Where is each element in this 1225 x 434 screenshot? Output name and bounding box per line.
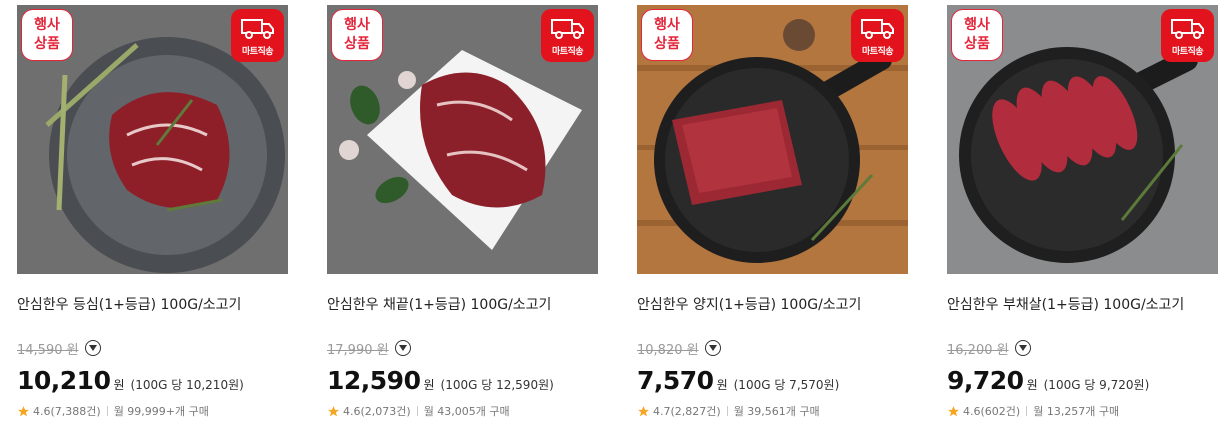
mart-badge-label: 마트직송 (551, 47, 584, 57)
star-icon (638, 405, 649, 416)
mart-delivery-badge: 마트직송 (1161, 9, 1214, 62)
price-row: 12,590 원 (100G 당 12,590원) (327, 366, 554, 396)
rating-row: 4.7(2,827건) 월 39,561개 구매 (637, 403, 820, 419)
chevron-down-icon (88, 345, 97, 351)
price-row: 10,210 원 (100G 당 10,210원) (17, 366, 244, 396)
chevron-down-icon (398, 345, 407, 351)
price-info-button[interactable] (704, 340, 721, 356)
event-product-badge: 행사 상품 (951, 9, 1003, 61)
price-row: 9,720 원 (100G 당 9,720원) (947, 366, 1149, 396)
event-badge-line1: 행사 (344, 17, 370, 33)
unit-price: (100G 당 10,210원) (130, 378, 244, 392)
mart-delivery-badge: 마트직송 (231, 9, 284, 62)
purchase-count: 월 39,561개 구매 (733, 405, 820, 418)
rating-text[interactable]: 4.6(7,388건) (33, 403, 101, 419)
truck-icon (860, 19, 894, 39)
product-card[interactable]: 행사 상품 마트직송 안심한우 부채살(1+등급) 100G/소고기 16,20… (947, 5, 1218, 430)
purchase-count: 월 99,999+개 구매 (113, 405, 209, 418)
product-name[interactable]: 안심한우 등심(1+등급) 100G/소고기 (17, 294, 241, 314)
divider (416, 406, 418, 416)
event-badge-line1: 행사 (964, 17, 990, 33)
original-price-row: 16,200 원 (947, 339, 1031, 358)
original-price: 10,820 원 (637, 342, 699, 358)
original-price: 14,590 원 (17, 342, 79, 358)
original-price: 17,990 원 (327, 342, 389, 358)
product-image[interactable]: 행사 상품 마트직송 (947, 5, 1218, 274)
product-card[interactable]: 행사 상품 마트직송 안심한우 채끝(1+등급) 100G/소고기 17,990… (327, 5, 598, 430)
mart-badge-label: 마트직송 (241, 47, 274, 57)
rating-text[interactable]: 4.6(602건) (963, 403, 1020, 419)
product-card[interactable]: 행사 상품 마트직송 안심한우 양지(1+등급) 100G/소고기 10,820… (637, 5, 908, 430)
purchase-count: 월 43,005개 구매 (423, 405, 510, 418)
unit-price: (100G 당 7,570원) (733, 378, 840, 392)
chevron-down-icon (1018, 345, 1027, 351)
event-product-badge: 행사 상품 (21, 9, 73, 61)
star-icon (948, 405, 959, 416)
divider (106, 406, 108, 416)
event-badge-line2: 상품 (654, 36, 680, 52)
chevron-down-icon (708, 345, 717, 351)
unit-price: (100G 당 12,590원) (440, 378, 554, 392)
product-name[interactable]: 안심한우 양지(1+등급) 100G/소고기 (637, 294, 861, 314)
truck-icon (1170, 19, 1204, 39)
rating-row: 4.6(7,388건) 월 99,999+개 구매 (17, 403, 209, 419)
sale-price: 10,210 (17, 366, 111, 395)
divider (726, 406, 728, 416)
rating-text[interactable]: 4.7(2,827건) (653, 403, 721, 419)
divider (1026, 406, 1028, 416)
original-price: 16,200 원 (947, 342, 1009, 358)
event-badge-line1: 행사 (654, 17, 680, 33)
purchase-count: 월 13,257개 구매 (1033, 405, 1120, 418)
event-badge-line2: 상품 (344, 36, 370, 52)
event-badge-line2: 상품 (34, 36, 60, 52)
price-row: 7,570 원 (100G 당 7,570원) (637, 366, 839, 396)
star-icon (18, 405, 29, 416)
original-price-row: 14,590 원 (17, 339, 101, 358)
price-info-button[interactable] (1014, 340, 1031, 356)
sale-price: 12,590 (327, 366, 421, 395)
event-product-badge: 행사 상품 (641, 9, 693, 61)
star-icon (328, 405, 339, 416)
product-image[interactable]: 행사 상품 마트직송 (637, 5, 908, 274)
currency-label: 원 (113, 378, 125, 392)
product-name[interactable]: 안심한우 부채살(1+등급) 100G/소고기 (947, 294, 1184, 314)
rating-row: 4.6(2,073건) 월 43,005개 구매 (327, 403, 510, 419)
price-info-button[interactable] (394, 340, 411, 356)
unit-price: (100G 당 9,720원) (1043, 378, 1150, 392)
truck-icon (240, 19, 274, 39)
sale-price: 9,720 (947, 366, 1024, 395)
currency-label: 원 (716, 378, 728, 392)
event-badge-line1: 행사 (34, 17, 60, 33)
currency-label: 원 (423, 378, 435, 392)
event-product-badge: 행사 상품 (331, 9, 383, 61)
rating-row: 4.6(602건) 월 13,257개 구매 (947, 403, 1119, 419)
product-image[interactable]: 행사 상품 마트직송 (17, 5, 288, 274)
truck-icon (550, 19, 584, 39)
mart-badge-label: 마트직송 (861, 47, 894, 57)
sale-price: 7,570 (637, 366, 714, 395)
product-card[interactable]: 행사 상품 마트직송 안심한우 등심(1+등급) 100G/소고기 14,590… (17, 5, 288, 430)
original-price-row: 10,820 원 (637, 339, 721, 358)
original-price-row: 17,990 원 (327, 339, 411, 358)
product-name[interactable]: 안심한우 채끝(1+등급) 100G/소고기 (327, 294, 551, 314)
currency-label: 원 (1026, 378, 1038, 392)
rating-text[interactable]: 4.6(2,073건) (343, 403, 411, 419)
event-badge-line2: 상품 (964, 36, 990, 52)
mart-delivery-badge: 마트직송 (851, 9, 904, 62)
mart-delivery-badge: 마트직송 (541, 9, 594, 62)
mart-badge-label: 마트직송 (1171, 47, 1204, 57)
product-image[interactable]: 행사 상품 마트직송 (327, 5, 598, 274)
price-info-button[interactable] (84, 340, 101, 356)
